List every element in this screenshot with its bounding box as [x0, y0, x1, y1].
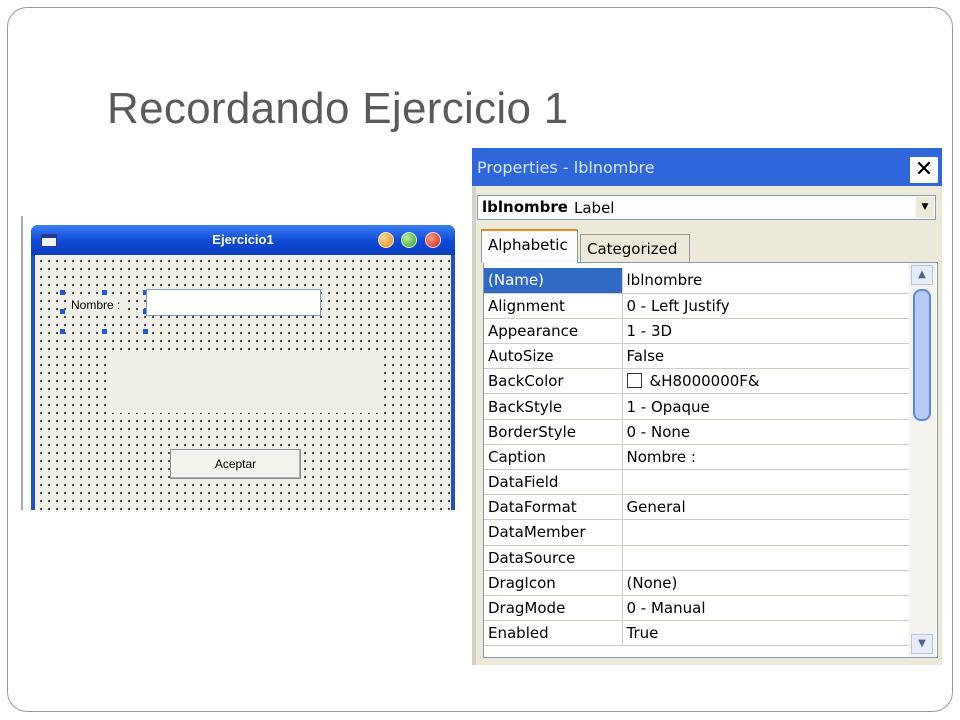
- property-name[interactable]: Appearance: [484, 318, 623, 345]
- selection-handle[interactable]: [60, 309, 65, 314]
- properties-window-edge: [472, 148, 476, 665]
- property-name[interactable]: DragIcon: [484, 570, 623, 596]
- property-value-text: False: [626, 347, 665, 366]
- nombre-textbox[interactable]: [146, 289, 321, 316]
- property-value-text: General: [626, 498, 686, 517]
- form-titlebar[interactable]: Ejercicio1: [31, 225, 455, 255]
- property-name[interactable]: DataSource: [484, 545, 623, 571]
- property-row[interactable]: BorderStyle 0 - None: [484, 419, 911, 445]
- color-swatch-icon: [626, 373, 642, 389]
- tab-categorized[interactable]: Categorized: [580, 234, 690, 264]
- property-row[interactable]: BackStyle 1 - Opaque: [484, 393, 911, 420]
- property-value-text: lblnombre: [626, 271, 703, 290]
- property-value[interactable]: (None): [622, 570, 911, 596]
- property-row[interactable]: Enabled True: [484, 620, 911, 647]
- property-row[interactable]: DragIcon (None): [484, 570, 911, 596]
- close-icon[interactable]: [425, 232, 441, 248]
- property-value-text: 0 - None: [626, 422, 691, 441]
- property-value[interactable]: [622, 519, 911, 546]
- form-designer-window: Ejercicio1 Nombre : Aceptar: [31, 225, 455, 510]
- object-type: Label: [574, 199, 615, 217]
- property-value-text: 1 - 3D: [626, 321, 673, 340]
- property-name[interactable]: DataField: [484, 469, 623, 496]
- property-value[interactable]: True: [622, 620, 911, 647]
- selection-handle[interactable]: [60, 329, 65, 334]
- property-value[interactable]: 1 - 3D: [622, 318, 911, 345]
- scroll-up-icon[interactable]: ▲: [911, 265, 933, 285]
- property-value-text: Nombre :: [626, 447, 696, 466]
- property-name[interactable]: Alignment: [484, 293, 623, 319]
- selection-handle[interactable]: [143, 329, 148, 334]
- property-row[interactable]: AutoSize False: [484, 343, 911, 370]
- dropdown-arrow-icon[interactable]: ▼: [916, 197, 934, 218]
- property-value-text: &H8000000F&: [649, 372, 760, 391]
- object-selector[interactable]: lblnombre Label ▼: [477, 195, 936, 220]
- selection-handle[interactable]: [102, 290, 107, 295]
- object-name: lblnombre: [482, 198, 568, 216]
- properties-title: Properties - lblnombre: [477, 158, 655, 177]
- property-row[interactable]: Alignment 0 - Left Justify: [484, 293, 911, 319]
- property-name[interactable]: BackStyle: [484, 393, 623, 420]
- property-value-text: True: [626, 624, 659, 643]
- property-value-text: (None): [626, 573, 678, 592]
- property-value[interactable]: [622, 469, 911, 496]
- tab-alphabetic[interactable]: Alphabetic: [481, 229, 578, 263]
- property-row[interactable]: DataField: [484, 469, 911, 496]
- property-value[interactable]: 0 - Manual: [622, 595, 911, 622]
- property-row[interactable]: DataMember: [484, 519, 911, 546]
- property-row[interactable]: DataFormat General: [484, 494, 911, 521]
- property-value[interactable]: 1 - Opaque: [622, 393, 911, 420]
- property-value[interactable]: [622, 545, 911, 571]
- property-name[interactable]: DataFormat: [484, 494, 623, 521]
- property-name[interactable]: Caption: [484, 444, 623, 471]
- properties-window: Properties - lblnombre ✕ lblnombre Label…: [472, 148, 942, 665]
- property-name[interactable]: (Name): [484, 268, 623, 294]
- form-design-surface[interactable]: Nombre : Aceptar: [35, 255, 451, 510]
- property-value[interactable]: Nombre :: [622, 444, 911, 471]
- form-accent-bar: [21, 216, 23, 510]
- property-value[interactable]: 0 - None: [622, 419, 911, 445]
- aceptar-button[interactable]: Aceptar: [170, 449, 301, 479]
- slide-title: Recordando Ejercicio 1: [107, 84, 569, 133]
- property-name[interactable]: DragMode: [484, 595, 623, 622]
- property-value-text: 0 - Manual: [626, 599, 706, 618]
- property-name[interactable]: BackColor: [484, 368, 623, 395]
- property-row[interactable]: BackColor &H8000000F&: [484, 368, 911, 395]
- property-row[interactable]: (Name) lblnombre: [484, 268, 911, 294]
- property-grid-scrollbar[interactable]: ▲ ▼: [909, 263, 936, 657]
- nombre-label[interactable]: Nombre :: [69, 297, 123, 313]
- properties-titlebar[interactable]: Properties - lblnombre ✕: [472, 148, 942, 186]
- property-value[interactable]: &H8000000F&: [622, 368, 911, 395]
- scrollbar-thumb[interactable]: [913, 289, 931, 421]
- selection-handle[interactable]: [60, 290, 65, 295]
- property-value[interactable]: lblnombre: [622, 268, 911, 294]
- close-x-icon[interactable]: ✕: [910, 157, 938, 183]
- property-name[interactable]: Enabled: [484, 620, 623, 647]
- scroll-down-icon[interactable]: ▼: [911, 634, 933, 654]
- minimize-icon[interactable]: [378, 232, 394, 248]
- property-value[interactable]: General: [622, 494, 911, 521]
- maximize-icon[interactable]: [401, 232, 417, 248]
- property-name[interactable]: AutoSize: [484, 343, 623, 370]
- property-row[interactable]: DragMode 0 - Manual: [484, 595, 911, 622]
- property-name[interactable]: DataMember: [484, 519, 623, 546]
- property-value-text: 1 - Opaque: [626, 397, 710, 416]
- property-row[interactable]: DataSource: [484, 545, 911, 571]
- property-row[interactable]: Caption Nombre :: [484, 444, 911, 471]
- property-value-text: 0 - Left Justify: [626, 296, 730, 315]
- blank-label-area[interactable]: [109, 350, 379, 413]
- selection-handle[interactable]: [102, 329, 107, 334]
- property-table: (Name) lblnombre Alignment 0 - Left Justify…: [484, 268, 911, 647]
- property-name[interactable]: BorderStyle: [484, 419, 623, 445]
- property-grid[interactable]: (Name) lblnombre Alignment 0 - Left Justify…: [483, 262, 938, 658]
- property-row[interactable]: Appearance 1 - 3D: [484, 318, 911, 345]
- property-value[interactable]: 0 - Left Justify: [622, 293, 911, 319]
- property-value[interactable]: False: [622, 343, 911, 370]
